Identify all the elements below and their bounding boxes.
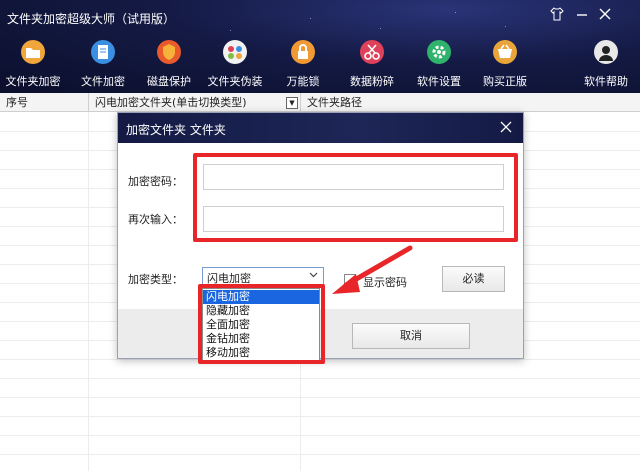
- column-header-encrypt-type[interactable]: 闪电加密文件夹(单击切换类型): [88, 93, 300, 112]
- grid-line: [0, 397, 640, 398]
- lock-icon: [291, 40, 315, 64]
- toolbar-settings[interactable]: 软件设置: [408, 40, 470, 90]
- toolbar-folder-disguise[interactable]: 文件夹伪装: [204, 40, 266, 90]
- toolbar-buy[interactable]: 购买正版: [474, 40, 536, 90]
- top-bar: 文件夹加密超级大师（试用版） 文件夹加密 文件加密 磁盘保护 文件夹伪装 万能锁…: [0, 0, 640, 93]
- cart-icon: [493, 40, 517, 64]
- star-decoration: [505, 26, 506, 27]
- close-icon[interactable]: [597, 7, 613, 23]
- help-user-icon: [594, 40, 618, 64]
- chevron-down-icon: [309, 270, 318, 282]
- star-decoration: [455, 12, 456, 13]
- confirm-password-label: 再次输入：: [128, 213, 183, 226]
- shirt-icon[interactable]: [549, 7, 565, 23]
- toolbar-universal-lock[interactable]: 万能锁: [272, 40, 334, 90]
- document-icon: [91, 40, 115, 64]
- folder-icon: [21, 40, 45, 64]
- annotation-arrow-icon: [332, 245, 413, 294]
- cancel-button[interactable]: 取消: [352, 323, 470, 349]
- annotation-dropdown-box: [198, 284, 325, 364]
- toolbar-label: 购买正版: [483, 75, 527, 88]
- shield-icon: [157, 40, 181, 64]
- toolbar-label: 软件帮助: [584, 75, 628, 88]
- toolbar-help[interactable]: 软件帮助: [575, 40, 637, 90]
- dialog-titlebar: 加密文件夹 文件夹: [118, 113, 523, 143]
- grid-line: [0, 416, 640, 417]
- column-header-path[interactable]: 文件夹路径: [300, 93, 640, 112]
- app-title: 文件夹加密超级大师（试用版）: [7, 12, 176, 26]
- toolbar-file-encrypt[interactable]: 文件加密: [72, 40, 134, 90]
- grid-line: [0, 435, 640, 436]
- star-decoration: [230, 30, 231, 31]
- star-decoration: [310, 18, 311, 19]
- grid-line: [0, 454, 640, 455]
- shredder-icon: [360, 40, 384, 64]
- gear-icon: [427, 40, 451, 64]
- table-header: 序号 闪电加密文件夹(单击切换类型) 文件夹路径: [0, 93, 640, 112]
- grid-column-line: [88, 112, 89, 471]
- encrypt-type-label: 加密类型：: [128, 273, 183, 286]
- column-dropdown-icon[interactable]: ▼: [286, 97, 298, 109]
- star-decoration: [380, 28, 381, 29]
- password-label: 加密密码：: [128, 175, 183, 188]
- dialog-title: 加密文件夹 文件夹: [126, 123, 226, 137]
- toolbar-folder-encrypt[interactable]: 文件夹加密: [2, 40, 64, 90]
- toolbar-disk-protect[interactable]: 磁盘保护: [138, 40, 200, 90]
- dialog-close-icon[interactable]: [497, 119, 515, 137]
- annotation-password-box: [193, 153, 518, 242]
- must-read-button[interactable]: 必读: [442, 266, 505, 292]
- disguise-icon: [223, 40, 247, 64]
- toolbar-data-shred[interactable]: 数据粉碎: [341, 40, 403, 90]
- minimize-icon[interactable]: [574, 7, 590, 23]
- grid-line: [0, 378, 640, 379]
- column-header-index[interactable]: 序号: [0, 93, 88, 112]
